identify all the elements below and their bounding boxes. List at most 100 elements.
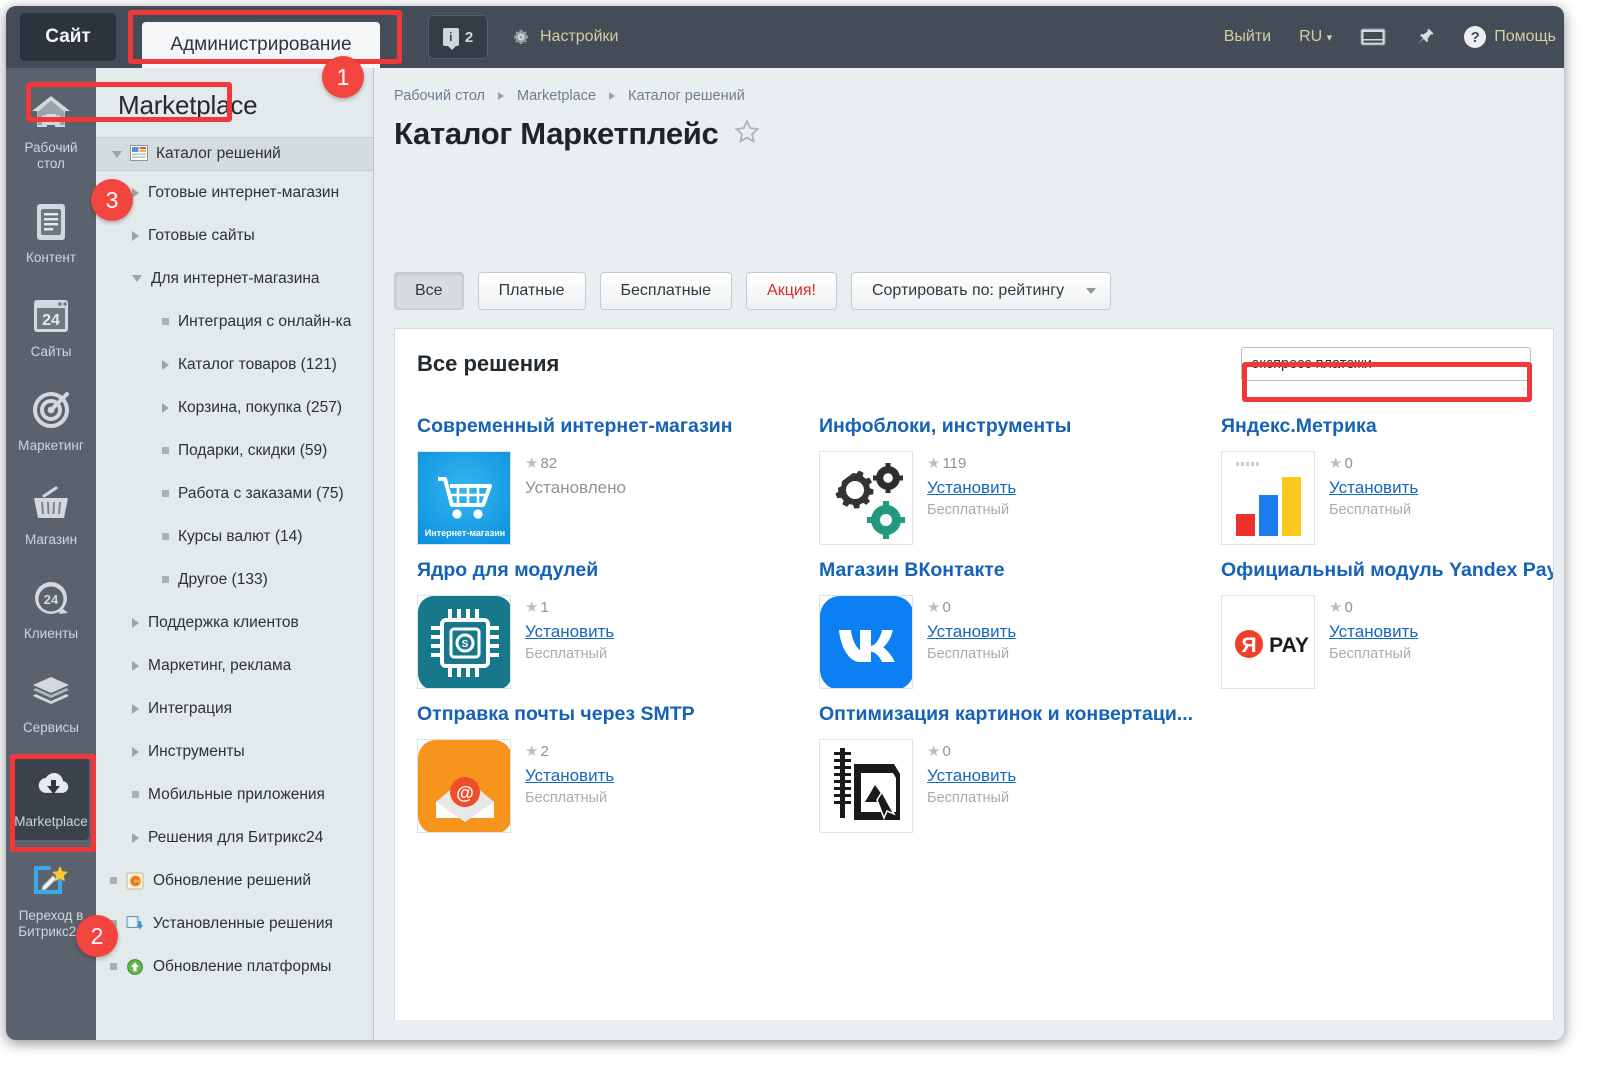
solution-title[interactable]: Магазин ВКонтакте — [819, 559, 1221, 582]
tree-item[interactable]: Корзина, покупка (257) — [96, 386, 373, 429]
chevron-right-icon[interactable] — [132, 746, 139, 757]
breadcrumb-item-0[interactable]: Рабочий стол — [394, 88, 485, 104]
rail-item-bitrix24[interactable]: Переход в Битрикс24 — [6, 850, 96, 950]
rail-item-shop[interactable]: Магазин — [6, 474, 96, 558]
chevron-right-icon[interactable] — [162, 402, 169, 413]
tree-item[interactable]: Обновление решений — [96, 859, 373, 902]
pin-icon[interactable] — [1414, 26, 1436, 48]
yandex-pay-icon[interactable]: Я PAY — [1221, 595, 1315, 689]
chevron-right-icon[interactable] — [132, 660, 139, 671]
sort-dropdown[interactable]: Сортировать по: рейтингу — [850, 272, 1112, 310]
rail-item-content[interactable]: Контент — [6, 192, 96, 276]
rail-item-sites[interactable]: 24 Сайты — [6, 286, 96, 370]
gears-icon[interactable] — [819, 451, 913, 545]
install-link[interactable]: Установить — [927, 766, 1016, 786]
chevron-down-icon[interactable] — [132, 275, 142, 282]
filter-promo-button[interactable]: Акция! — [746, 272, 837, 310]
search-input[interactable] — [1241, 347, 1531, 381]
shop-cart-icon[interactable]: Интернет-магазин — [417, 451, 511, 545]
tree-item[interactable]: Обновление платформы — [96, 945, 373, 988]
filter-free-button[interactable]: Бесплатные — [599, 272, 733, 310]
chevron-right-icon[interactable] — [132, 703, 139, 714]
bullet-icon — [110, 920, 117, 927]
target-icon — [31, 388, 71, 432]
solution-title[interactable]: Яндекс.Метрика — [1221, 415, 1553, 438]
rail-item-clients[interactable]: 24 Клиенты — [6, 568, 96, 652]
rail-item-marketing[interactable]: Маркетинг — [6, 380, 96, 464]
vk-icon[interactable] — [819, 595, 913, 689]
breadcrumb-item-2[interactable]: Каталог решений — [628, 88, 745, 104]
tree-item[interactable]: Курсы валют (14) — [96, 515, 373, 558]
mail-at-icon[interactable]: @ — [417, 739, 511, 833]
install-link[interactable]: Установить — [525, 622, 614, 642]
magic-wand-icon — [30, 858, 72, 902]
solutions-panel-header: Все решения — [395, 329, 1553, 397]
chip-icon[interactable]: S — [417, 595, 511, 689]
basket-icon — [30, 482, 72, 526]
solution-title[interactable]: Отправка почты через SMTP — [417, 703, 819, 726]
tree-item[interactable]: Интеграция — [96, 687, 373, 730]
metrika-bars-icon[interactable] — [1221, 451, 1315, 545]
chevron-right-icon[interactable] — [132, 617, 139, 628]
site-button[interactable]: Сайт — [20, 13, 116, 61]
tree-item-catalog-root[interactable]: Каталог решений — [96, 137, 373, 171]
logout-link[interactable]: Выйти — [1224, 28, 1271, 46]
notifications-button[interactable]: i 2 — [428, 15, 488, 59]
tree-item[interactable]: Каталог товаров (121) — [96, 343, 373, 386]
tree-item[interactable]: Установленные решения — [96, 902, 373, 945]
solution-title[interactable]: Инфоблоки, инструменты — [819, 415, 1221, 438]
tree-item[interactable]: Маркетинг, реклама — [96, 644, 373, 687]
tree-item[interactable]: Для интернет-магазина — [96, 257, 373, 300]
keyboard-icon[interactable] — [1360, 27, 1386, 47]
tree-panel-title: Marketplace — [118, 90, 258, 120]
administration-tab[interactable]: Администрирование — [142, 22, 380, 68]
filter-all-button[interactable]: Все — [394, 272, 464, 310]
solution-title[interactable]: Оптимизация картинок и конвертаци... — [819, 703, 1221, 726]
solution-title[interactable]: Современный интернет-магазин — [417, 415, 819, 438]
tree-item[interactable]: Интеграция с онлайн-ка — [96, 300, 373, 343]
solution-body: ★ 0 Установить Бесплатный — [1221, 451, 1553, 545]
install-link[interactable]: Установить — [927, 622, 1016, 642]
tree-item-list: Готовые интернет-магазин Готовые сайты Для… — [96, 171, 373, 988]
main-content: Рабочий стол Marketplace Каталог решений… — [374, 68, 1564, 1040]
settings-menu[interactable]: Настройки — [512, 28, 618, 46]
tree-item-label: Для интернет-магазина — [151, 269, 320, 287]
image-optimize-icon[interactable] — [819, 739, 913, 833]
breadcrumb-item-1[interactable]: Marketplace — [517, 88, 596, 104]
chevron-right-icon[interactable] — [132, 230, 139, 241]
solution-title[interactable]: Официальный модуль Yandex Pay — [1221, 559, 1553, 582]
star-icon[interactable] — [734, 119, 761, 149]
svg-text:Я: Я — [1241, 634, 1256, 657]
install-link[interactable]: Установить — [1329, 478, 1418, 498]
chevron-down-icon[interactable] — [112, 150, 122, 158]
tree-item[interactable]: Готовые интернет-магазин — [96, 171, 373, 214]
tree-item-label: Готовые сайты — [148, 226, 255, 244]
tree-item[interactable]: Мобильные приложения — [96, 773, 373, 816]
install-link[interactable]: Установить — [525, 766, 614, 786]
rail-label: Маркетинг — [18, 438, 84, 453]
tree-item[interactable]: Работа с заказами (75) — [96, 472, 373, 515]
tree-item[interactable]: Поддержка клиентов — [96, 601, 373, 644]
rail-item-marketplace[interactable]: Marketplace — [13, 756, 89, 840]
tree-item[interactable]: Инструменты — [96, 730, 373, 773]
tree-item[interactable]: Подарки, скидки (59) — [96, 429, 373, 472]
chevron-right-icon[interactable] — [132, 832, 139, 843]
solution-title[interactable]: Ядро для модулей — [417, 559, 819, 582]
tree-item[interactable]: Другое (133) — [96, 558, 373, 601]
rating: ★ 0 — [927, 598, 1016, 617]
language-selector[interactable]: RU ▾ — [1299, 28, 1332, 46]
tree-item-label: Интеграция с онлайн-ка — [178, 312, 352, 330]
install-link[interactable]: Установить — [1329, 622, 1418, 642]
top-bar-right: Выйти RU ▾ ? Помощь — [1224, 26, 1564, 48]
tree-item[interactable]: Решения для Битрикс24 — [96, 816, 373, 859]
install-link[interactable]: Установить — [927, 478, 1016, 498]
rail-item-services[interactable]: Сервисы — [6, 662, 96, 746]
chevron-right-icon[interactable] — [162, 359, 169, 370]
rating: ★ 1 — [525, 598, 614, 617]
tree-item[interactable]: Готовые сайты — [96, 214, 373, 257]
rail-item-desktop[interactable]: Рабочий стол — [6, 82, 96, 182]
chevron-right-icon[interactable] — [132, 187, 139, 198]
rail-label: Marketplace — [14, 814, 88, 829]
help-link[interactable]: ? Помощь — [1464, 26, 1556, 48]
filter-paid-button[interactable]: Платные — [477, 272, 586, 310]
